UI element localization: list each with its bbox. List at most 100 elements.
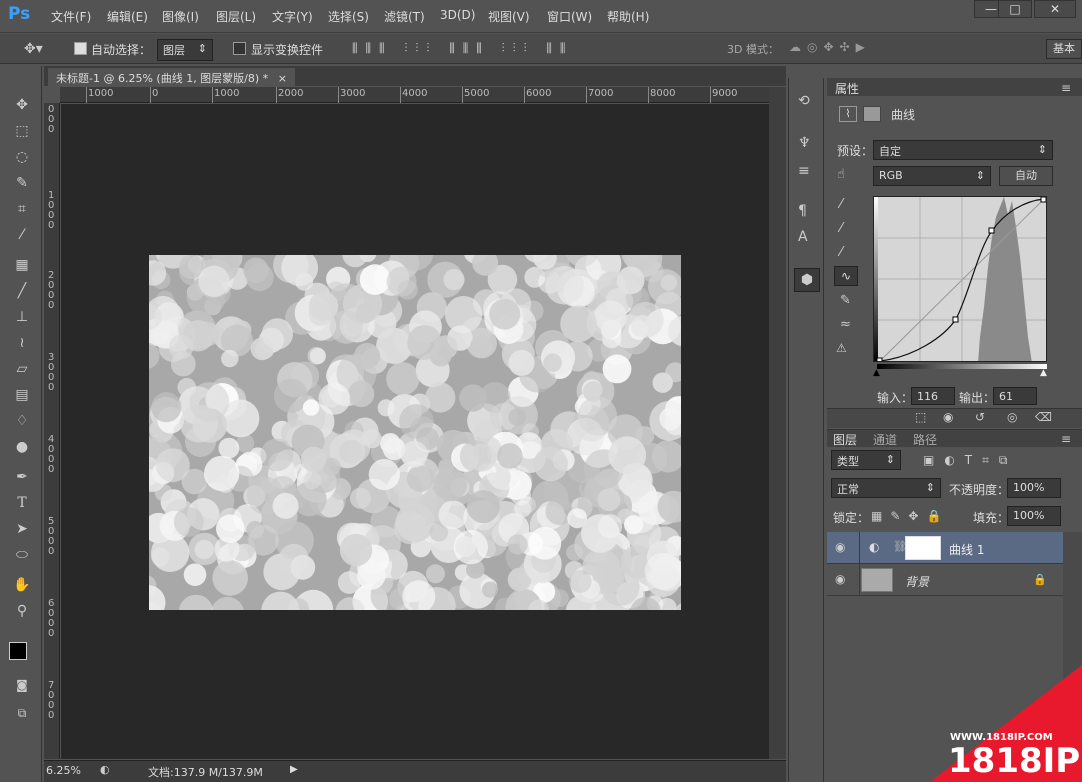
- output-value[interactable]: 61: [993, 387, 1037, 405]
- channel-dropdown[interactable]: RGB ⇕: [873, 166, 991, 186]
- maximize-button[interactable]: □: [998, 0, 1032, 18]
- auto-select-checkbox[interactable]: [74, 42, 87, 55]
- transform-controls-checkbox[interactable]: [233, 42, 246, 55]
- blend-mode-dropdown[interactable]: 正常 ⇕: [831, 478, 941, 498]
- on-image-adjust-icon[interactable]: ☝: [837, 168, 845, 181]
- menu-help[interactable]: 帮助(H): [607, 8, 649, 25]
- hand-tool-icon[interactable]: ✋: [9, 574, 35, 596]
- auto-select-value: 图层: [163, 44, 185, 57]
- preset-dropdown[interactable]: 自定 ⇕: [873, 140, 1053, 160]
- tab-layers[interactable]: 图层: [833, 431, 857, 448]
- ruler-label: 3000: [48, 352, 55, 393]
- draw-curve-pencil-icon[interactable]: ✎: [840, 294, 851, 307]
- layer-row-background[interactable]: ◉ 背景 🔒: [827, 564, 1063, 596]
- workspace-button[interactable]: 基本: [1046, 39, 1082, 59]
- move-tool-icon[interactable]: ✥: [9, 94, 35, 116]
- delete-adjustment-icon[interactable]: ⌫: [1035, 411, 1052, 423]
- opacity-value[interactable]: 100%: [1007, 478, 1061, 498]
- blur-tool-icon[interactable]: ♢: [9, 410, 35, 432]
- bokeh-image-canvas[interactable]: [149, 255, 681, 610]
- auto-select-dropdown[interactable]: 图层 ⇕: [157, 39, 213, 61]
- eraser-tool-icon[interactable]: ▱: [9, 358, 35, 380]
- opacity-label: 不透明度：: [949, 483, 1010, 497]
- status-info-icon[interactable]: ◐: [100, 763, 110, 776]
- history-panel-icon[interactable]: ⟲: [798, 94, 810, 108]
- close-tab-icon[interactable]: ×: [278, 72, 287, 85]
- dodge-tool-icon[interactable]: ●: [9, 436, 35, 458]
- lasso-tool-icon[interactable]: ◌: [9, 146, 35, 168]
- foreground-color-swatch[interactable]: [9, 642, 27, 660]
- view-previous-icon[interactable]: ◉: [943, 411, 953, 423]
- clipping-warning-icon[interactable]: ⚠: [836, 342, 847, 354]
- zoom-tool-icon[interactable]: ⚲: [9, 600, 35, 622]
- fill-value[interactable]: 100%: [1007, 506, 1061, 526]
- curve-points-tool-icon[interactable]: ∿: [834, 266, 858, 286]
- 3d-panel-icon[interactable]: ⬢: [794, 268, 820, 292]
- menu-3d[interactable]: 3D(D): [440, 8, 475, 22]
- close-window-button[interactable]: ✕: [1034, 0, 1076, 18]
- layer-filter-dropdown[interactable]: 类型 ⇕: [831, 450, 901, 470]
- layer-name[interactable]: 背景: [905, 573, 929, 590]
- align-icons[interactable]: ⫼⫼⫼ ⫶⫶⫶ ⫼⫼⫼ ⫶⫶⫶ ⫼⫼: [352, 42, 573, 54]
- menu-window[interactable]: 窗口(W): [547, 8, 592, 25]
- menu-file[interactable]: 文件(F): [51, 8, 91, 25]
- sample-gray-eyedropper-icon[interactable]: ⁄: [840, 222, 842, 235]
- menu-edit[interactable]: 编辑(E): [107, 8, 148, 25]
- eye-icon[interactable]: ◉: [835, 540, 845, 554]
- auto-button[interactable]: 自动: [999, 166, 1053, 186]
- gradient-tool-icon[interactable]: ▤: [9, 384, 35, 406]
- mask-icon[interactable]: [863, 106, 881, 122]
- lock-icons[interactable]: ▦✎✥🔒: [871, 510, 949, 522]
- properties-tab[interactable]: 属性: [835, 80, 859, 97]
- document-tab-bar: 未标题-1 @ 6.25% (曲线 1, 图层蒙版/8) * ×: [44, 66, 786, 86]
- curve-graph[interactable]: [873, 196, 1047, 362]
- panel-menu-icon[interactable]: ≡: [1061, 82, 1071, 94]
- paragraph-panel-icon[interactable]: ¶: [798, 204, 807, 218]
- crop-tool-icon[interactable]: ⌗: [9, 198, 35, 220]
- brush-tool-icon[interactable]: ╱: [9, 280, 35, 302]
- screen-mode-icon[interactable]: ⧉: [9, 702, 35, 724]
- filter-icons[interactable]: ▣◐T⌗⧉: [923, 454, 1017, 466]
- menu-view[interactable]: 视图(V): [488, 8, 530, 25]
- type-tool-icon[interactable]: T: [9, 492, 35, 514]
- pen-tool-icon[interactable]: ✒: [9, 466, 35, 488]
- clip-to-layer-icon[interactable]: ⬚: [915, 411, 926, 423]
- character-panel-icon[interactable]: A: [798, 230, 808, 244]
- tab-channels[interactable]: 通道: [873, 431, 897, 448]
- brush-presets-icon[interactable]: ≡: [798, 164, 810, 178]
- marquee-tool-icon[interactable]: ⬚: [9, 120, 35, 142]
- visibility-icon[interactable]: ◎: [1007, 411, 1017, 423]
- smooth-curve-icon[interactable]: ≈: [840, 318, 851, 331]
- quick-select-tool-icon[interactable]: ✎: [9, 172, 35, 194]
- vertical-scrollbar[interactable]: [769, 87, 786, 759]
- sample-white-eyedropper-icon[interactable]: ⁄: [840, 246, 842, 259]
- 3d-mode-icons[interactable]: ☁◎✥✣▶: [789, 41, 871, 53]
- menu-layer[interactable]: 图层(L): [216, 8, 256, 25]
- move-tool-icon[interactable]: ✥▾: [24, 42, 43, 56]
- history-brush-icon[interactable]: ≀: [9, 332, 35, 354]
- layer-row-curves[interactable]: ◉ ◐ ⛓ 曲线 1: [827, 532, 1063, 564]
- brush-panel-icon[interactable]: ♆: [798, 136, 811, 150]
- eyedropper-tool-icon[interactable]: ⁄: [9, 224, 35, 246]
- menu-select[interactable]: 选择(S): [328, 8, 369, 25]
- zoom-level[interactable]: 6.25%: [46, 764, 81, 777]
- status-menu-arrow-icon[interactable]: ▶: [290, 764, 298, 775]
- document-tab[interactable]: 未标题-1 @ 6.25% (曲线 1, 图层蒙版/8) * ×: [48, 68, 295, 86]
- sample-black-eyedropper-icon[interactable]: ⁄: [840, 198, 842, 211]
- quick-mask-icon[interactable]: ◙: [9, 674, 35, 696]
- layers-menu-icon[interactable]: ≡: [1061, 433, 1071, 445]
- tab-paths[interactable]: 路径: [913, 431, 937, 448]
- menu-image[interactable]: 图像(I): [162, 8, 199, 25]
- shape-tool-icon[interactable]: ⬭: [9, 544, 35, 566]
- ruler-label: 6000: [526, 88, 552, 99]
- healing-brush-icon[interactable]: ▦: [9, 254, 35, 276]
- path-select-tool-icon[interactable]: ➤: [9, 518, 35, 540]
- menu-filter[interactable]: 滤镜(T): [384, 8, 425, 25]
- layer-mask-thumbnail[interactable]: [905, 536, 941, 560]
- menu-type[interactable]: 文字(Y): [272, 8, 313, 25]
- layer-name[interactable]: 曲线 1: [949, 541, 984, 558]
- eye-icon[interactable]: ◉: [835, 572, 845, 586]
- stamp-tool-icon[interactable]: ⊥: [9, 306, 35, 328]
- reset-icon[interactable]: ↺: [975, 411, 985, 423]
- input-value[interactable]: 116: [911, 387, 955, 405]
